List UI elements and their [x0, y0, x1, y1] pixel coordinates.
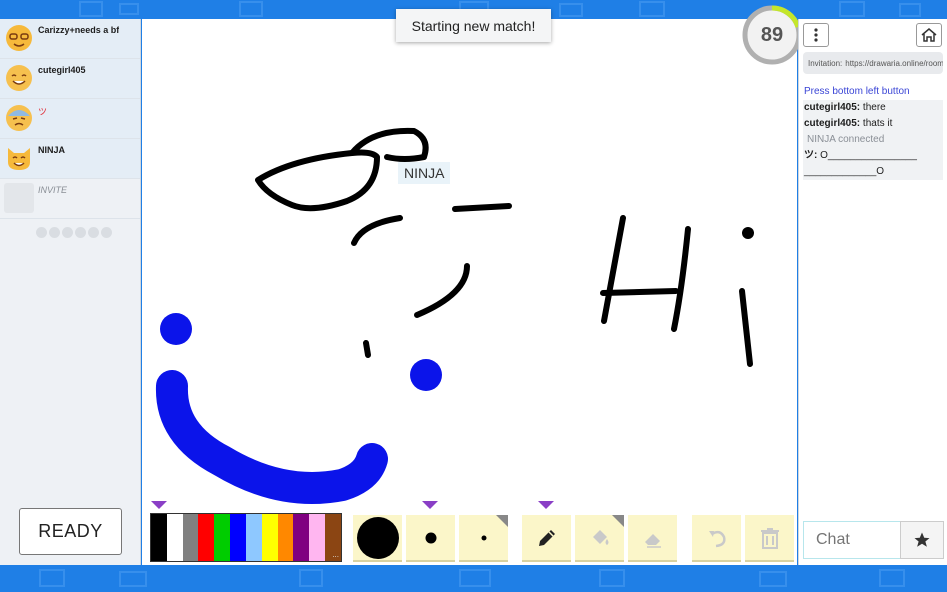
brush-size-medium[interactable] — [406, 515, 455, 562]
color-palette: ... — [150, 513, 342, 562]
ready-button[interactable]: READY — [19, 508, 122, 555]
chat-system-message: Press bottom left button — [803, 84, 943, 100]
fill-bucket-icon — [592, 529, 608, 545]
more-vertical-icon — [814, 28, 818, 42]
chat-input[interactable] — [803, 521, 901, 559]
chat-text: thats it — [862, 118, 893, 129]
cat-emoji-icon — [4, 143, 34, 173]
match-toast: Starting new match! — [396, 9, 551, 42]
drawing-canvas[interactable] — [142, 19, 797, 565]
color-green[interactable] — [214, 514, 231, 561]
player-name-tag: NINJA — [398, 162, 451, 184]
player-row[interactable]: Carizzy+needs a bf — [0, 19, 140, 59]
brush-size-small[interactable] — [459, 515, 508, 562]
player-name: Carizzy+needs a bf — [38, 25, 120, 35]
empty-avatar — [4, 183, 34, 213]
invitation-label: Invitation: — [808, 58, 843, 68]
pencil-icon — [538, 529, 555, 546]
eraser-icon — [644, 533, 661, 548]
color-gray[interactable] — [182, 514, 199, 561]
chat-log: Press bottom left button cutegirl405: th… — [803, 84, 943, 180]
nerd-emoji-icon — [4, 23, 34, 53]
color-black[interactable] — [151, 514, 167, 561]
chat-author: ツ: — [804, 150, 818, 161]
color-white[interactable] — [166, 514, 183, 561]
tool-caret — [538, 501, 554, 509]
invitation-box[interactable]: Invitation: https://drawaria.online/room — [803, 52, 943, 74]
chat-message: cutegirl405: there — [803, 100, 943, 116]
empty-slot-indicators — [36, 227, 112, 238]
color-lightblue[interactable] — [245, 514, 262, 561]
trash-icon — [760, 527, 779, 549]
chat-message-continued: _____________O — [804, 166, 885, 177]
eraser-tool[interactable] — [628, 515, 677, 562]
player-list: Carizzy+needs a bf cutegirl405 ツ NINJA I… — [0, 19, 141, 565]
favorite-button[interactable] — [900, 521, 944, 559]
home-button[interactable] — [916, 23, 942, 47]
player-name: ツ — [38, 107, 48, 117]
chat-message: ツ: O________________ — [803, 148, 943, 164]
undo-icon — [708, 530, 726, 547]
color-blue[interactable] — [230, 514, 246, 561]
pencil-tool[interactable] — [522, 515, 571, 562]
invite-label: INVITE — [38, 185, 68, 195]
more-colors[interactable]: ... — [332, 550, 339, 559]
clear-button[interactable] — [745, 515, 794, 562]
player-row[interactable]: cutegirl405 — [0, 59, 140, 99]
brush-size-large[interactable] — [353, 515, 402, 562]
chat-connected-message: NINJA connected — [807, 134, 885, 145]
star-icon — [914, 532, 930, 547]
player-row[interactable]: ツ — [0, 99, 140, 139]
invitation-link[interactable]: https://drawaria.online/room — [845, 59, 943, 68]
home-icon — [921, 28, 937, 42]
color-orange[interactable] — [277, 514, 294, 561]
chat-message: cutegirl405: thats it — [803, 116, 943, 132]
invite-slot[interactable]: INVITE — [0, 179, 140, 219]
color-pink[interactable] — [309, 514, 326, 561]
fill-tool[interactable] — [575, 515, 624, 562]
color-yellow[interactable] — [261, 514, 278, 561]
chat-author: cutegirl405: — [804, 102, 861, 113]
player-name: cutegirl405 — [38, 65, 86, 75]
color-red[interactable] — [198, 514, 215, 561]
color-purple[interactable] — [293, 514, 310, 561]
menu-button[interactable] — [803, 23, 829, 47]
palette-caret — [151, 501, 167, 509]
smiling-emoji-icon — [4, 63, 34, 93]
drawing-strokes — [155, 127, 754, 504]
size-caret — [422, 501, 438, 509]
timer-value: 89 — [760, 23, 784, 46]
player-name: NINJA — [38, 145, 66, 155]
chat-text: O________________ — [820, 150, 917, 161]
chat-text: there — [862, 102, 886, 113]
sweat-emoji-icon — [4, 103, 34, 133]
undo-button[interactable] — [692, 515, 741, 562]
player-row[interactable]: NINJA — [0, 139, 140, 179]
chat-author: cutegirl405: — [804, 118, 861, 129]
